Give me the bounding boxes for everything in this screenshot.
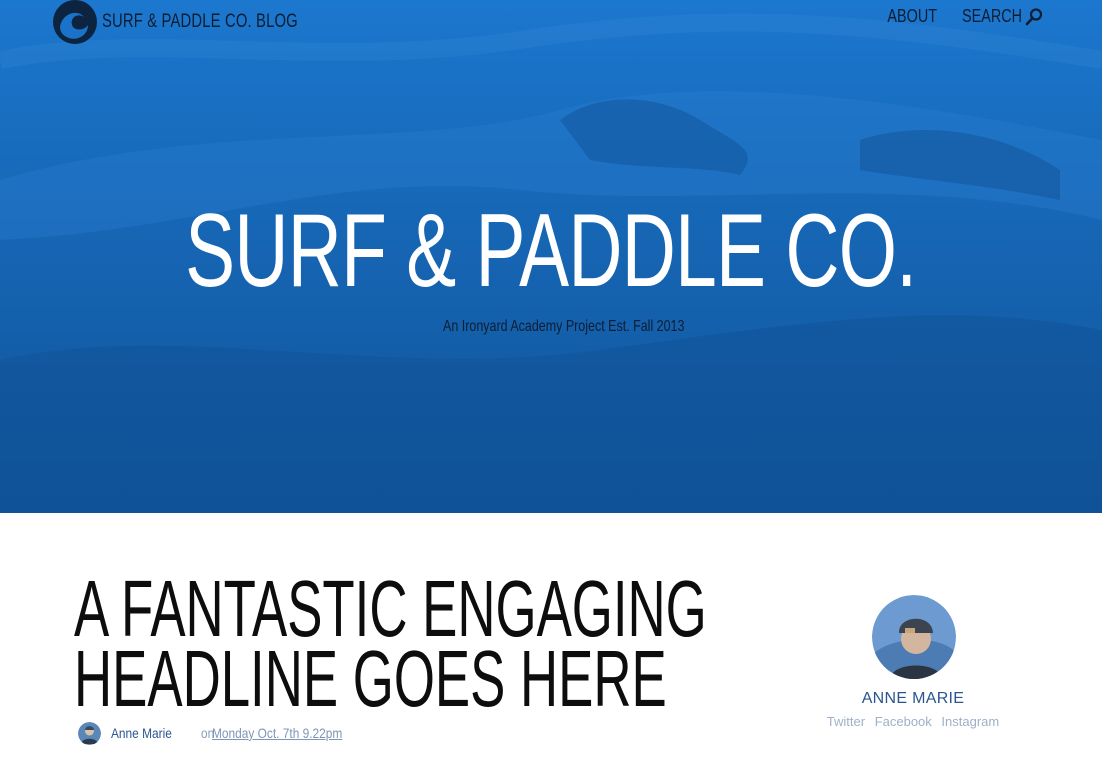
hero-title: SURF & PADDLE CO. — [185, 193, 917, 309]
article-byline: Anne Marie on Monday Oct. 7th 9.22pm — [78, 720, 365, 746]
social-links: Twitter Facebook Instagram — [800, 714, 1026, 729]
headline-line-2: HEADLINE GOES HERE — [74, 634, 667, 723]
nav-search[interactable]: SEARCH — [962, 6, 1022, 27]
profile-name: ANNE MARIE — [861, 690, 965, 707]
article-headline: A FANTASTIC ENGAGING HEADLINE GOES HERE — [74, 569, 734, 723]
byline-author-link[interactable]: Anne Marie — [111, 725, 172, 741]
author-avatar[interactable] — [78, 721, 101, 745]
logo-text: SURF & PADDLE CO. BLOG — [102, 11, 298, 32]
search-icon[interactable] — [1024, 7, 1044, 27]
nav-about[interactable]: ABOUT — [887, 6, 937, 27]
social-facebook-link[interactable]: Facebook — [875, 714, 932, 729]
profile-avatar[interactable] — [872, 595, 956, 679]
wave-logo-icon — [53, 0, 97, 44]
top-nav: ABOUT SEARCH — [865, 6, 1044, 27]
social-instagram-link[interactable]: Instagram — [941, 714, 999, 729]
social-twitter-link[interactable]: Twitter — [827, 714, 865, 729]
hero-subtitle: An Ironyard Academy Project Est. Fall 20… — [443, 318, 685, 335]
byline-date-link[interactable]: Monday Oct. 7th 9.22pm — [212, 725, 342, 741]
hero-banner: SURF & PADDLE CO. BLOG ABOUT SEARCH SURF… — [0, 0, 1102, 513]
site-logo[interactable]: SURF & PADDLE CO. BLOG — [52, 0, 353, 44]
